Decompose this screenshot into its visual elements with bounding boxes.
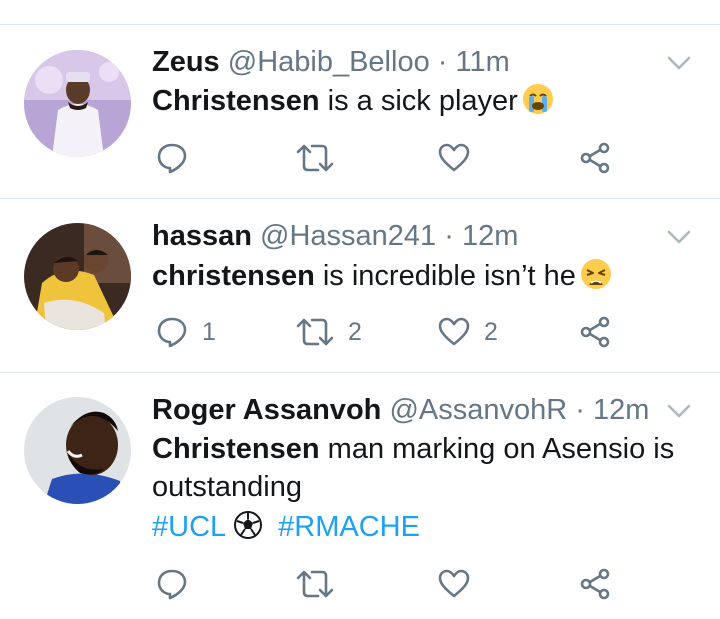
like-icon	[438, 143, 470, 172]
hashtag-ucl[interactable]: #UCL	[152, 511, 226, 543]
tweet-text: Christensen is a sick player	[152, 82, 684, 120]
tweet-header: Zeus @Habib_Belloo · 11m	[152, 45, 510, 79]
mention-keyword: Christensen	[152, 433, 320, 465]
share-icon	[580, 142, 610, 174]
chevron-down-icon[interactable]	[666, 50, 692, 76]
mention-keyword: christensen	[152, 260, 315, 292]
share-button[interactable]	[580, 566, 612, 602]
share-button[interactable]	[580, 314, 612, 350]
retweet-button[interactable]	[296, 140, 348, 176]
chevron-down-icon[interactable]	[666, 224, 692, 250]
retweet-button[interactable]: 2	[296, 314, 362, 350]
display-name[interactable]: Roger Assanvoh	[152, 394, 381, 426]
retweet-count: 2	[348, 317, 362, 346]
tweet-actions	[152, 566, 622, 602]
like-button[interactable]	[438, 140, 484, 176]
retweet-icon	[296, 570, 334, 598]
hashtag-line: #UCL #RMACHE	[152, 508, 684, 546]
reply-icon	[157, 569, 187, 600]
reply-button[interactable]: 1	[156, 314, 216, 350]
tweet-text-rest: is incredible isn’t he	[314, 260, 576, 292]
tweet-text-rest: is a sick player	[319, 85, 518, 117]
display-name[interactable]: Zeus	[152, 46, 220, 78]
separator-dot: ·	[444, 220, 454, 252]
avatar[interactable]	[24, 397, 131, 504]
tweet-divider	[0, 372, 720, 373]
reply-icon	[157, 143, 187, 174]
separator-dot: ·	[437, 46, 448, 78]
reply-button[interactable]	[156, 566, 202, 602]
display-name[interactable]: hassan	[152, 220, 252, 252]
like-button[interactable]: 2	[438, 314, 498, 350]
user-handle[interactable]: @Hassan241	[260, 220, 436, 252]
reply-button[interactable]	[156, 140, 202, 176]
user-handle[interactable]: @AssanvohR	[389, 394, 567, 426]
timestamp[interactable]: 12m	[593, 394, 649, 426]
tweet-actions	[152, 140, 622, 176]
tweet-header: Roger Assanvoh @AssanvohR · 12m	[152, 393, 649, 427]
like-count: 2	[484, 317, 498, 346]
like-button[interactable]	[438, 566, 484, 602]
tweet-text: Christensen man marking on Asensio is ou…	[152, 430, 684, 506]
crying-face-emoji	[522, 84, 553, 114]
share-icon	[580, 316, 610, 348]
tweet-divider	[0, 198, 720, 199]
mention-keyword: Christensen	[152, 85, 320, 117]
retweet-icon	[296, 318, 334, 346]
share-button[interactable]	[580, 140, 612, 176]
avatar[interactable]	[24, 50, 131, 157]
tweet-header: hassan @Hassan241 · 12m	[152, 219, 518, 253]
like-icon	[438, 317, 470, 346]
timestamp[interactable]: 11m	[456, 46, 510, 78]
user-handle[interactable]: @Habib_Belloo	[228, 46, 430, 78]
avatar[interactable]	[24, 223, 131, 330]
share-icon	[580, 568, 610, 600]
hashtag-rmache[interactable]: #RMACHE	[278, 511, 420, 543]
reply-count: 1	[202, 317, 216, 346]
reply-icon	[157, 317, 187, 348]
separator-dot: ·	[575, 394, 585, 426]
chevron-down-icon[interactable]	[666, 398, 692, 424]
like-icon	[438, 569, 470, 598]
top-divider	[0, 24, 720, 25]
tweet-actions: 1 2 2	[152, 314, 622, 350]
weary-face-emoji	[580, 259, 611, 289]
retweet-icon	[296, 144, 334, 172]
retweet-button[interactable]	[296, 566, 348, 602]
tweet-text: christensen is incredible isn’t he	[152, 257, 684, 295]
soccer-ball-emoji	[234, 511, 263, 539]
timestamp[interactable]: 12m	[462, 220, 518, 252]
